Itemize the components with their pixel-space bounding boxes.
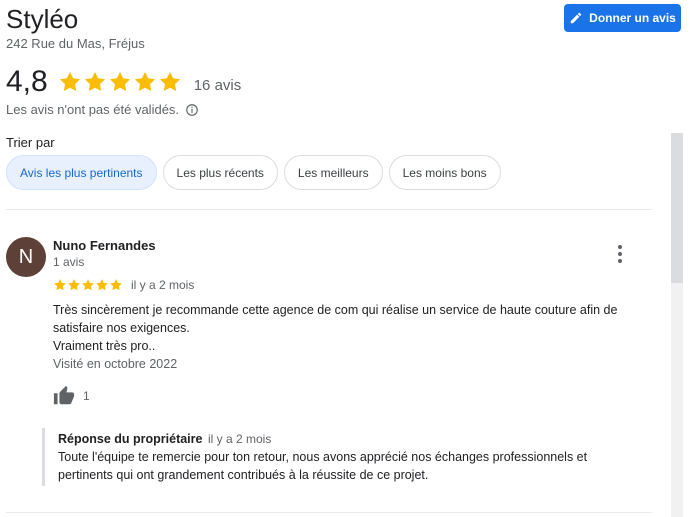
sort-chips: Avis les plus pertinents Les plus récent… [6, 155, 501, 190]
owner-reply-date: il y a 2 mois [207, 432, 272, 446]
sort-chip-best[interactable]: Les meilleurs [283, 155, 383, 190]
validation-notice: Les avis n'ont pas été validés. [6, 102, 199, 117]
business-header: Styléo 242 Rue du Mas, Fréjus [6, 4, 145, 51]
review-text-line: satisfaire nos exigences. [53, 321, 190, 335]
review-date: il y a 2 mois [131, 278, 195, 292]
validation-notice-text: Les avis n'ont pas été validés. [6, 102, 180, 117]
star-icon [159, 72, 180, 92]
reviewer-name[interactable]: Nuno Fernandes [53, 238, 156, 253]
star-icon [84, 72, 105, 92]
business-name: Styléo [6, 4, 79, 34]
divider [6, 209, 652, 210]
sort-chip-relevant[interactable]: Avis les plus pertinents [6, 155, 157, 190]
star-icon [82, 279, 94, 291]
like-count: 1 [83, 389, 90, 403]
dot-icon [618, 259, 622, 263]
dot-icon [618, 252, 622, 256]
info-icon[interactable] [185, 103, 199, 117]
owner-reply: Réponse du propriétaire il y a 2 mois To… [42, 428, 642, 486]
divider [6, 512, 652, 513]
sort-chip-recent[interactable]: Les plus récents [162, 155, 278, 190]
star-icon [134, 72, 155, 92]
star-icon [96, 279, 108, 291]
star-icon [110, 279, 122, 291]
rating-stars [58, 70, 182, 94]
like-button[interactable]: 1 [53, 385, 90, 407]
dot-icon [618, 245, 622, 249]
scrollbar-thumb[interactable] [671, 133, 683, 283]
review-count: 16 avis [193, 76, 242, 94]
star-icon [59, 72, 80, 92]
sort-chip-worst[interactable]: Les moins bons [388, 155, 501, 190]
review-text-line: Vraiment très pro.. [53, 339, 156, 353]
review-text: Très sincèrement je recommande cette age… [53, 301, 653, 355]
avatar[interactable]: N [6, 237, 46, 277]
review-rating: il y a 2 mois [53, 278, 194, 292]
owner-reply-text-line: pertinents qui ont grandement contribués… [58, 468, 429, 482]
star-icon [68, 279, 80, 291]
average-rating: 4,8 [6, 65, 48, 98]
visit-date: Visité en octobre 2022 [53, 357, 178, 371]
more-options-button[interactable] [612, 244, 628, 264]
pencil-icon [570, 12, 582, 24]
star-icon [109, 72, 130, 92]
owner-reply-header: Réponse du propriétaire il y a 2 mois [58, 432, 642, 446]
write-review-label: Donner un avis [589, 11, 676, 25]
owner-reply-title: Réponse du propriétaire [58, 432, 203, 446]
rating-summary: 4,8 16 avis [6, 64, 241, 100]
write-review-button[interactable]: Donner un avis [564, 4, 681, 32]
owner-reply-text-line: Toute l'équipe te remercie pour ton reto… [58, 450, 588, 464]
thumbs-up-icon [53, 385, 75, 405]
sort-label: Trier par [6, 135, 55, 150]
star-icon [54, 279, 66, 291]
owner-reply-text: Toute l'équipe te remercie pour ton reto… [58, 448, 628, 484]
business-address: 242 Rue du Mas, Fréjus [6, 36, 145, 51]
scrollbar[interactable] [671, 133, 683, 517]
review-text-line: Très sincèrement je recommande cette age… [53, 303, 618, 317]
review-stars [53, 278, 123, 292]
reviewer-review-count: 1 avis [53, 255, 85, 269]
